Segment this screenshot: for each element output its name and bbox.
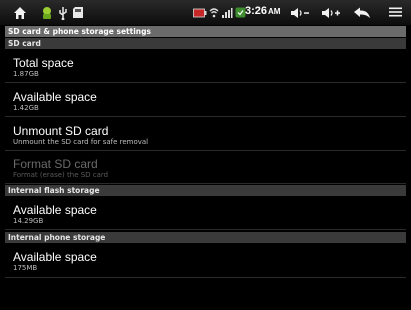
section-header-sd-card: SD card: [5, 38, 406, 49]
android-debug-icon: [40, 4, 54, 21]
volume-up-icon[interactable]: [320, 4, 342, 21]
usb-icon: [57, 4, 69, 21]
item-subtitle: 14.29GB: [13, 217, 44, 225]
menu-icon[interactable]: [388, 4, 402, 21]
list-item-available-space-flash[interactable]: Available space 14.29GB: [5, 197, 406, 230]
page-title: SD card & phone storage settings: [5, 26, 406, 37]
signal-icon: [221, 4, 233, 21]
item-subtitle: 1.87GB: [13, 70, 39, 78]
item-subtitle: 175MB: [13, 264, 38, 272]
item-title: Total space: [13, 56, 74, 70]
item-title: Format SD card: [13, 157, 98, 171]
sd-card-icon: [71, 4, 85, 21]
clock-ampm: AM: [268, 7, 281, 16]
item-title: Available space: [13, 203, 97, 217]
clock-time: 3:26: [245, 5, 268, 17]
list-item-total-space[interactable]: Total space 1.87GB: [5, 50, 406, 83]
item-subtitle: Format (erase) the SD card: [13, 171, 109, 179]
unmount-sd-card-button[interactable]: Unmount SD card Unmount the SD card for …: [5, 118, 406, 151]
wifi-icon: [209, 4, 219, 21]
item-subtitle: 1.42GB: [13, 104, 39, 112]
section-header-internal-flash: Internal flash storage: [5, 185, 406, 196]
battery-icon: [193, 4, 207, 21]
item-title: Available space: [13, 250, 97, 264]
item-subtitle: Unmount the SD card for safe removal: [13, 138, 149, 146]
volume-down-icon[interactable]: [289, 4, 311, 21]
status-bar: 3:26AM: [0, 0, 411, 25]
item-title: Unmount SD card: [13, 124, 109, 138]
section-header-internal-phone: Internal phone storage: [5, 232, 406, 243]
list-item-available-space-phone[interactable]: Available space 175MB: [5, 244, 406, 278]
list-item-available-space-sd[interactable]: Available space 1.42GB: [5, 84, 406, 117]
item-title: Available space: [13, 90, 97, 104]
screen: 3:26AM SD card & phone storage settings …: [0, 0, 411, 310]
clock: 3:26AM: [245, 5, 280, 17]
format-sd-card-button[interactable]: Format SD card Format (erase) the SD car…: [5, 152, 406, 184]
back-icon[interactable]: [352, 4, 372, 21]
home-icon[interactable]: [12, 4, 28, 21]
